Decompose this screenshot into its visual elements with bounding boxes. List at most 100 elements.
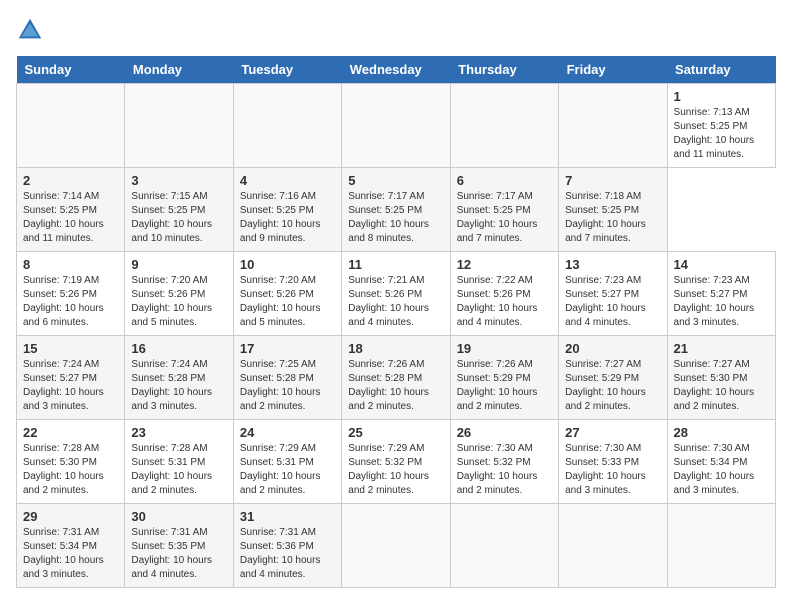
calendar-cell: 20 Sunrise: 7:27 AM Sunset: 5:29 PM Dayli… [559, 336, 667, 420]
calendar-cell: 15 Sunrise: 7:24 AM Sunset: 5:27 PM Dayli… [17, 336, 125, 420]
calendar-cell: 1Sunrise: 7:13 AM Sunset: 5:25 PM Daylig… [667, 84, 775, 168]
day-number: 16 [131, 341, 226, 356]
day-info: Sunrise: 7:23 AM Sunset: 5:27 PM Dayligh… [674, 274, 769, 330]
day-number: 4 [240, 173, 335, 188]
calendar-cell: 21 Sunrise: 7:27 AM Sunset: 5:30 PM Dayli… [667, 336, 775, 420]
day-number: 21 [674, 341, 769, 356]
day-info: Sunrise: 7:24 AM Sunset: 5:27 PM Dayligh… [23, 358, 118, 414]
calendar-cell: 19Sunrise: 7:26 AM Sunset: 5:29 PM Dayli… [450, 336, 558, 420]
calendar-cell: 30Sunrise: 7:31 AM Sunset: 5:35 PM Dayli… [125, 504, 233, 588]
calendar-cell: 11Sunrise: 7:21 AM Sunset: 5:26 PM Dayli… [342, 252, 450, 336]
day-number: 5 [348, 173, 443, 188]
day-number: 10 [240, 257, 335, 272]
day-number: 27 [565, 425, 660, 440]
header-tuesday: Tuesday [233, 56, 341, 84]
calendar-cell [125, 84, 233, 168]
calendar-week-row: 8 Sunrise: 7:19 AM Sunset: 5:26 PM Daylig… [17, 252, 776, 336]
logo-icon [16, 16, 44, 44]
calendar-cell: 4Sunrise: 7:16 AM Sunset: 5:25 PM Daylig… [233, 168, 341, 252]
calendar-cell: 7 Sunrise: 7:18 AM Sunset: 5:25 PM Daylig… [559, 168, 667, 252]
day-info: Sunrise: 7:31 AM Sunset: 5:36 PM Dayligh… [240, 526, 335, 582]
day-info: Sunrise: 7:28 AM Sunset: 5:31 PM Dayligh… [131, 442, 226, 498]
day-number: 22 [23, 425, 118, 440]
day-number: 28 [674, 425, 769, 440]
logo [16, 16, 48, 44]
page-header [16, 16, 776, 44]
day-info: Sunrise: 7:30 AM Sunset: 5:32 PM Dayligh… [457, 442, 552, 498]
day-info: Sunrise: 7:28 AM Sunset: 5:30 PM Dayligh… [23, 442, 118, 498]
day-info: Sunrise: 7:30 AM Sunset: 5:33 PM Dayligh… [565, 442, 660, 498]
calendar-cell: 17 Sunrise: 7:25 AM Sunset: 5:28 PM Dayli… [233, 336, 341, 420]
calendar-cell: 2 Sunrise: 7:14 AM Sunset: 5:25 PM Daylig… [17, 168, 125, 252]
day-number: 31 [240, 509, 335, 524]
day-info: Sunrise: 7:20 AM Sunset: 5:26 PM Dayligh… [131, 274, 226, 330]
calendar-cell: 10Sunrise: 7:20 AM Sunset: 5:26 PM Dayli… [233, 252, 341, 336]
calendar-week-row: 1Sunrise: 7:13 AM Sunset: 5:25 PM Daylig… [17, 84, 776, 168]
calendar-cell [342, 504, 450, 588]
day-number: 2 [23, 173, 118, 188]
calendar-week-row: 29 Sunrise: 7:31 AM Sunset: 5:34 PM Dayli… [17, 504, 776, 588]
calendar-cell: 14 Sunrise: 7:23 AM Sunset: 5:27 PM Dayli… [667, 252, 775, 336]
calendar-cell: 8 Sunrise: 7:19 AM Sunset: 5:26 PM Daylig… [17, 252, 125, 336]
day-info: Sunrise: 7:17 AM Sunset: 5:25 PM Dayligh… [348, 190, 443, 246]
day-number: 8 [23, 257, 118, 272]
day-info: Sunrise: 7:26 AM Sunset: 5:28 PM Dayligh… [348, 358, 443, 414]
day-number: 3 [131, 173, 226, 188]
calendar-cell [667, 504, 775, 588]
day-info: Sunrise: 7:22 AM Sunset: 5:26 PM Dayligh… [457, 274, 552, 330]
day-info: Sunrise: 7:24 AM Sunset: 5:28 PM Dayligh… [131, 358, 226, 414]
day-info: Sunrise: 7:29 AM Sunset: 5:31 PM Dayligh… [240, 442, 335, 498]
calendar-cell [342, 84, 450, 168]
calendar-week-row: 22 Sunrise: 7:28 AM Sunset: 5:30 PM Dayli… [17, 420, 776, 504]
header-sunday: Sunday [17, 56, 125, 84]
calendar-table: SundayMondayTuesdayWednesdayThursdayFrid… [16, 56, 776, 588]
calendar-cell: 26 Sunrise: 7:30 AM Sunset: 5:32 PM Dayli… [450, 420, 558, 504]
day-info: Sunrise: 7:27 AM Sunset: 5:30 PM Dayligh… [674, 358, 769, 414]
day-info: Sunrise: 7:15 AM Sunset: 5:25 PM Dayligh… [131, 190, 226, 246]
calendar-cell [450, 504, 558, 588]
day-info: Sunrise: 7:27 AM Sunset: 5:29 PM Dayligh… [565, 358, 660, 414]
day-number: 7 [565, 173, 660, 188]
header-monday: Monday [125, 56, 233, 84]
day-info: Sunrise: 7:18 AM Sunset: 5:25 PM Dayligh… [565, 190, 660, 246]
day-info: Sunrise: 7:25 AM Sunset: 5:28 PM Dayligh… [240, 358, 335, 414]
calendar-cell [233, 84, 341, 168]
day-info: Sunrise: 7:31 AM Sunset: 5:34 PM Dayligh… [23, 526, 118, 582]
day-number: 20 [565, 341, 660, 356]
calendar-cell: 5 Sunrise: 7:17 AM Sunset: 5:25 PM Daylig… [342, 168, 450, 252]
day-number: 18 [348, 341, 443, 356]
calendar-cell [450, 84, 558, 168]
day-number: 29 [23, 509, 118, 524]
header-friday: Friday [559, 56, 667, 84]
day-number: 24 [240, 425, 335, 440]
calendar-cell: 13Sunrise: 7:23 AM Sunset: 5:27 PM Dayli… [559, 252, 667, 336]
day-info: Sunrise: 7:21 AM Sunset: 5:26 PM Dayligh… [348, 274, 443, 330]
calendar-week-row: 2 Sunrise: 7:14 AM Sunset: 5:25 PM Daylig… [17, 168, 776, 252]
calendar-cell: 6 Sunrise: 7:17 AM Sunset: 5:25 PM Daylig… [450, 168, 558, 252]
day-info: Sunrise: 7:14 AM Sunset: 5:25 PM Dayligh… [23, 190, 118, 246]
calendar-cell: 24 Sunrise: 7:29 AM Sunset: 5:31 PM Dayli… [233, 420, 341, 504]
day-number: 13 [565, 257, 660, 272]
calendar-cell: 3 Sunrise: 7:15 AM Sunset: 5:25 PM Daylig… [125, 168, 233, 252]
calendar-header-row: SundayMondayTuesdayWednesdayThursdayFrid… [17, 56, 776, 84]
calendar-cell: 22 Sunrise: 7:28 AM Sunset: 5:30 PM Dayli… [17, 420, 125, 504]
day-info: Sunrise: 7:17 AM Sunset: 5:25 PM Dayligh… [457, 190, 552, 246]
calendar-cell: 29 Sunrise: 7:31 AM Sunset: 5:34 PM Dayli… [17, 504, 125, 588]
day-info: Sunrise: 7:19 AM Sunset: 5:26 PM Dayligh… [23, 274, 118, 330]
day-number: 23 [131, 425, 226, 440]
day-info: Sunrise: 7:30 AM Sunset: 5:34 PM Dayligh… [674, 442, 769, 498]
calendar-cell: 18 Sunrise: 7:26 AM Sunset: 5:28 PM Dayli… [342, 336, 450, 420]
calendar-cell [17, 84, 125, 168]
day-number: 6 [457, 173, 552, 188]
calendar-cell: 25Sunrise: 7:29 AM Sunset: 5:32 PM Dayli… [342, 420, 450, 504]
calendar-week-row: 15 Sunrise: 7:24 AM Sunset: 5:27 PM Dayli… [17, 336, 776, 420]
day-number: 15 [23, 341, 118, 356]
day-number: 14 [674, 257, 769, 272]
day-number: 17 [240, 341, 335, 356]
day-number: 25 [348, 425, 443, 440]
header-saturday: Saturday [667, 56, 775, 84]
header-thursday: Thursday [450, 56, 558, 84]
day-number: 26 [457, 425, 552, 440]
calendar-cell: 27 Sunrise: 7:30 AM Sunset: 5:33 PM Dayli… [559, 420, 667, 504]
day-number: 30 [131, 509, 226, 524]
